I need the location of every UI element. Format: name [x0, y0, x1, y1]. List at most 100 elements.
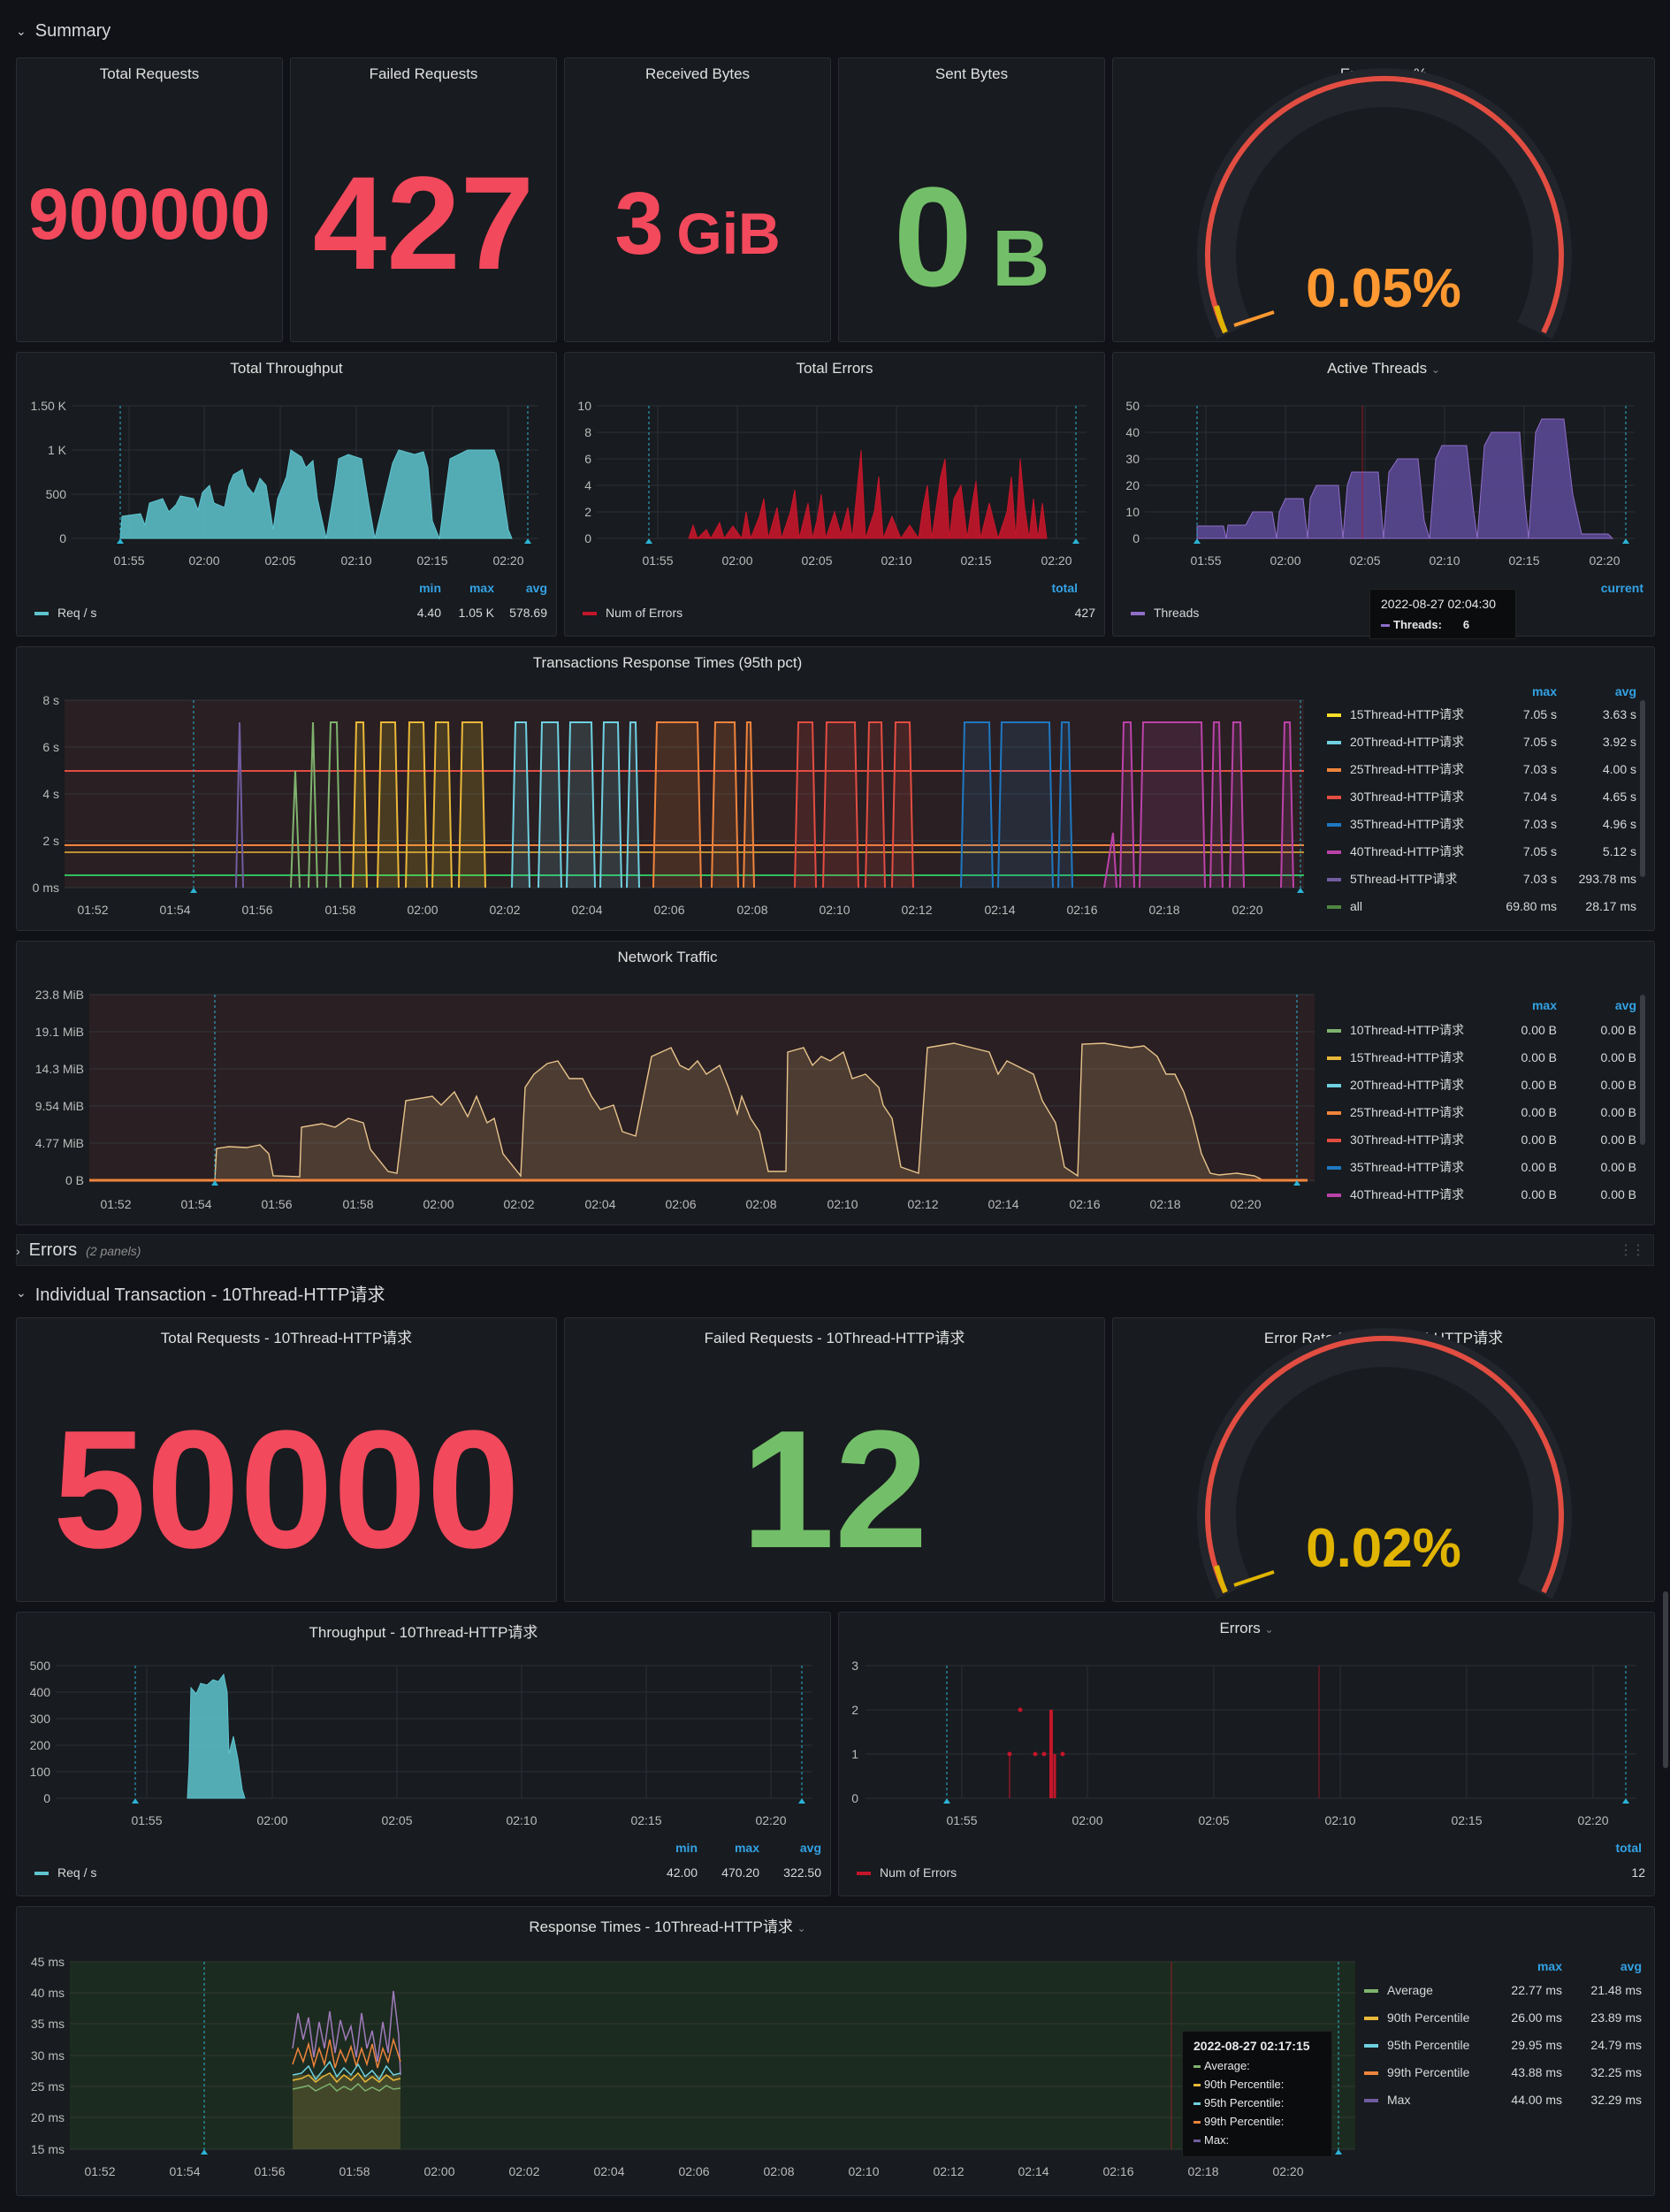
indiv-total-requests-panel[interactable]: Total Requests - 10Thread-HTTP请求 50000 [16, 1317, 557, 1602]
tooltip-value: 6 [1462, 618, 1470, 631]
legend-row[interactable]: 30Thread-HTTP请求 7.04 s 4.65 s [1327, 782, 1636, 810]
legend-header-min[interactable]: min [636, 1841, 698, 1855]
x-tick: 02:20 [1041, 553, 1071, 568]
x-tick: 02:00 [423, 1197, 454, 1211]
legend-header-min[interactable]: min [388, 581, 441, 595]
legend-row[interactable]: 25Thread-HTTP请求 0.00 B 0.00 B [1327, 1098, 1636, 1125]
legend-row[interactable]: 25Thread-HTTP请求 7.03 s 4.00 s [1327, 755, 1636, 782]
x-tick: 02:20 [1232, 903, 1262, 917]
y-tick: 8 [584, 425, 591, 439]
indiv-response-panel[interactable]: Response Times - 10Thread-HTTP请求 ⌄ 45 ms… [16, 1906, 1655, 2196]
sent-bytes-panel[interactable]: Sent Bytes 0 B [838, 57, 1105, 342]
legend-row[interactable]: Max 44.00 ms 32.29 ms [1364, 2086, 1642, 2113]
legend-header-avg[interactable]: avg [1562, 1959, 1642, 1973]
legend-header-avg[interactable]: avg [759, 1841, 821, 1855]
error-rate-panel[interactable]: Error Rate % 0.05% [1112, 57, 1655, 342]
legend-header-avg[interactable]: avg [1557, 684, 1636, 698]
legend-row[interactable]: 15Thread-HTTP请求 0.00 B 0.00 B [1327, 1043, 1636, 1071]
y-tick: 30 ms [31, 2048, 65, 2063]
errors-row-bar[interactable] [16, 1234, 1654, 1266]
individual-row-header[interactable]: ⌄ Individual Transaction - 10Thread-HTTP… [16, 1280, 385, 1306]
legend-row[interactable]: 30Thread-HTTP请求 0.00 B 0.00 B [1327, 1125, 1636, 1153]
summary-row-header[interactable]: ⌄ Summary [16, 21, 111, 42]
legend-row[interactable]: Num of Errors 427 [583, 606, 1095, 620]
legend-swatch [857, 1872, 871, 1876]
panel-title: Total Requests [99, 65, 200, 82]
y-tick: 100 [30, 1765, 51, 1779]
legend-row[interactable]: 40Thread-HTTP请求 0.00 B 0.00 B [1327, 1180, 1636, 1208]
indiv-throughput-panel[interactable]: Throughput - 10Thread-HTTP请求 500 400 300… [16, 1612, 831, 1896]
legend-row[interactable]: 35Thread-HTTP请求 0.00 B 0.00 B [1327, 1153, 1636, 1180]
legend-row[interactable]: Num of Errors 12 [857, 1865, 1645, 1880]
legend-row[interactable]: 95th Percentile 29.95 ms 24.79 ms [1364, 2031, 1642, 2058]
x-tick: 02:12 [933, 2164, 964, 2178]
y-tick: 300 [30, 1712, 51, 1726]
indiv-error-rate-panel[interactable]: Error Rate % - 10Thread-HTTP请求 0.02% [1112, 1317, 1655, 1602]
legend-row[interactable]: 15Thread-HTTP请求 7.05 s 3.63 s [1327, 700, 1636, 728]
legend-header-avg[interactable]: avg [1557, 998, 1636, 1012]
legend-row[interactable]: 5Thread-HTTP请求 7.03 s 293.78 ms [1327, 865, 1636, 892]
legend-scrollbar[interactable] [1640, 700, 1645, 877]
legend-series-name: Req / s [57, 1865, 97, 1880]
legend-row[interactable]: 20Thread-HTTP请求 0.00 B 0.00 B [1327, 1071, 1636, 1098]
legend-header-current[interactable]: current [1601, 581, 1643, 595]
legend-header-total[interactable]: total [1051, 581, 1078, 595]
legend-min: 42.00 [666, 1865, 698, 1880]
legend-row[interactable]: 35Thread-HTTP请求 7.03 s 4.96 s [1327, 810, 1636, 837]
indiv-errors-panel[interactable]: Errors ⌄ 3 2 1 0 01:55 02:00 02:05 02:10… [838, 1612, 1655, 1896]
legend-series-name: Req / s [57, 606, 97, 620]
legend-header-max[interactable]: max [1483, 1959, 1562, 1973]
legend-row[interactable]: Req / s 4.40 1.05 K 578.69 [34, 606, 547, 620]
x-tick: 01:58 [339, 2164, 370, 2178]
x-tick: 02:10 [848, 2164, 879, 2178]
failed-requests-panel[interactable]: Failed Requests 427 [290, 57, 557, 342]
errors-row-header[interactable]: › Errors (2 panels) [16, 1240, 141, 1261]
x-tick: 01:56 [254, 2164, 285, 2178]
legend-row[interactable]: 99th Percentile 43.88 ms 32.25 ms [1364, 2058, 1642, 2086]
panel-title: Received Bytes [644, 65, 751, 82]
legend-scrollbar[interactable] [1640, 995, 1645, 1145]
received-bytes-panel[interactable]: Received Bytes 3 GiB [564, 57, 831, 342]
x-tick: 02:04 [593, 2164, 624, 2178]
legend-row[interactable]: 20Thread-HTTP请求 7.05 s 3.92 s [1327, 728, 1636, 755]
legend-header-max[interactable]: max [1477, 684, 1557, 698]
response-times-panel[interactable]: Transactions Response Times (95th pct) 8… [16, 646, 1655, 931]
legend-row[interactable]: Req / s 42.00 470.20 322.50 [34, 1865, 821, 1880]
x-tick: 01:55 [946, 1813, 977, 1827]
legend-header-total[interactable]: total [1615, 1841, 1642, 1855]
network-traffic-panel[interactable]: Network Traffic 23.8 MiB 19.1 MiB 14.3 M… [16, 941, 1655, 1225]
legend-row[interactable]: 10Thread-HTTP请求 0.00 B 0.00 B [1327, 1016, 1636, 1043]
legend-header-max[interactable]: max [698, 1841, 759, 1855]
legend-header-max[interactable]: max [1477, 998, 1557, 1012]
y-tick: 0 B [65, 1173, 84, 1187]
y-tick: 23.8 MiB [35, 988, 84, 1002]
legend-row[interactable]: Average 22.77 ms 21.48 ms [1364, 1976, 1642, 2003]
x-tick: 02:08 [745, 1197, 776, 1211]
x-tick: 02:00 [188, 553, 219, 568]
x-tick: 02:16 [1069, 1197, 1100, 1211]
legend-row[interactable]: Threads [1131, 606, 1199, 620]
page-scrollbar[interactable] [1663, 1591, 1668, 1768]
legend-row[interactable]: 90th Percentile 26.00 ms 23.89 ms [1364, 2003, 1642, 2031]
indiv-errors-chart: 3 2 1 0 01:55 02:00 02:05 02:10 02:15 02… [851, 1659, 1636, 1827]
y-tick: 4.77 MiB [35, 1136, 84, 1150]
panel-title: Failed Requests [369, 65, 478, 82]
indiv-response-chart: 45 ms 40 ms 35 ms 30 ms 25 ms 20 ms 15 m… [31, 1955, 1355, 2178]
legend-row[interactable]: 40Thread-HTTP请求 7.05 s 5.12 s [1327, 837, 1636, 865]
x-tick: 02:06 [678, 2164, 709, 2178]
x-tick: 02:15 [1451, 1813, 1482, 1827]
total-requests-panel[interactable]: Total Requests 900000 [16, 57, 283, 342]
y-tick: 400 [30, 1685, 51, 1699]
x-tick: 02:05 [1349, 553, 1380, 568]
indiv-failed-requests-panel[interactable]: Failed Requests - 10Thread-HTTP请求 12 [564, 1317, 1105, 1602]
y-tick: 20 ms [31, 2110, 65, 2124]
legend-row[interactable]: all 69.80 ms 28.17 ms [1327, 892, 1636, 919]
total-throughput-panel[interactable]: Total Throughput 1.50 K 1 K 500 0 01:55 … [16, 352, 557, 637]
drag-handle-icon[interactable]: ⋮⋮ [1619, 1241, 1645, 1259]
total-errors-panel[interactable]: Total Errors 10 8 6 4 2 0 01:55 02:00 02… [564, 352, 1105, 637]
x-tick: 02:00 [721, 553, 752, 568]
legend-header-max[interactable]: max [441, 581, 494, 595]
panel-title: Sent Bytes [934, 65, 1009, 82]
legend-header-avg[interactable]: avg [494, 581, 547, 595]
x-tick: 02:15 [416, 553, 447, 568]
